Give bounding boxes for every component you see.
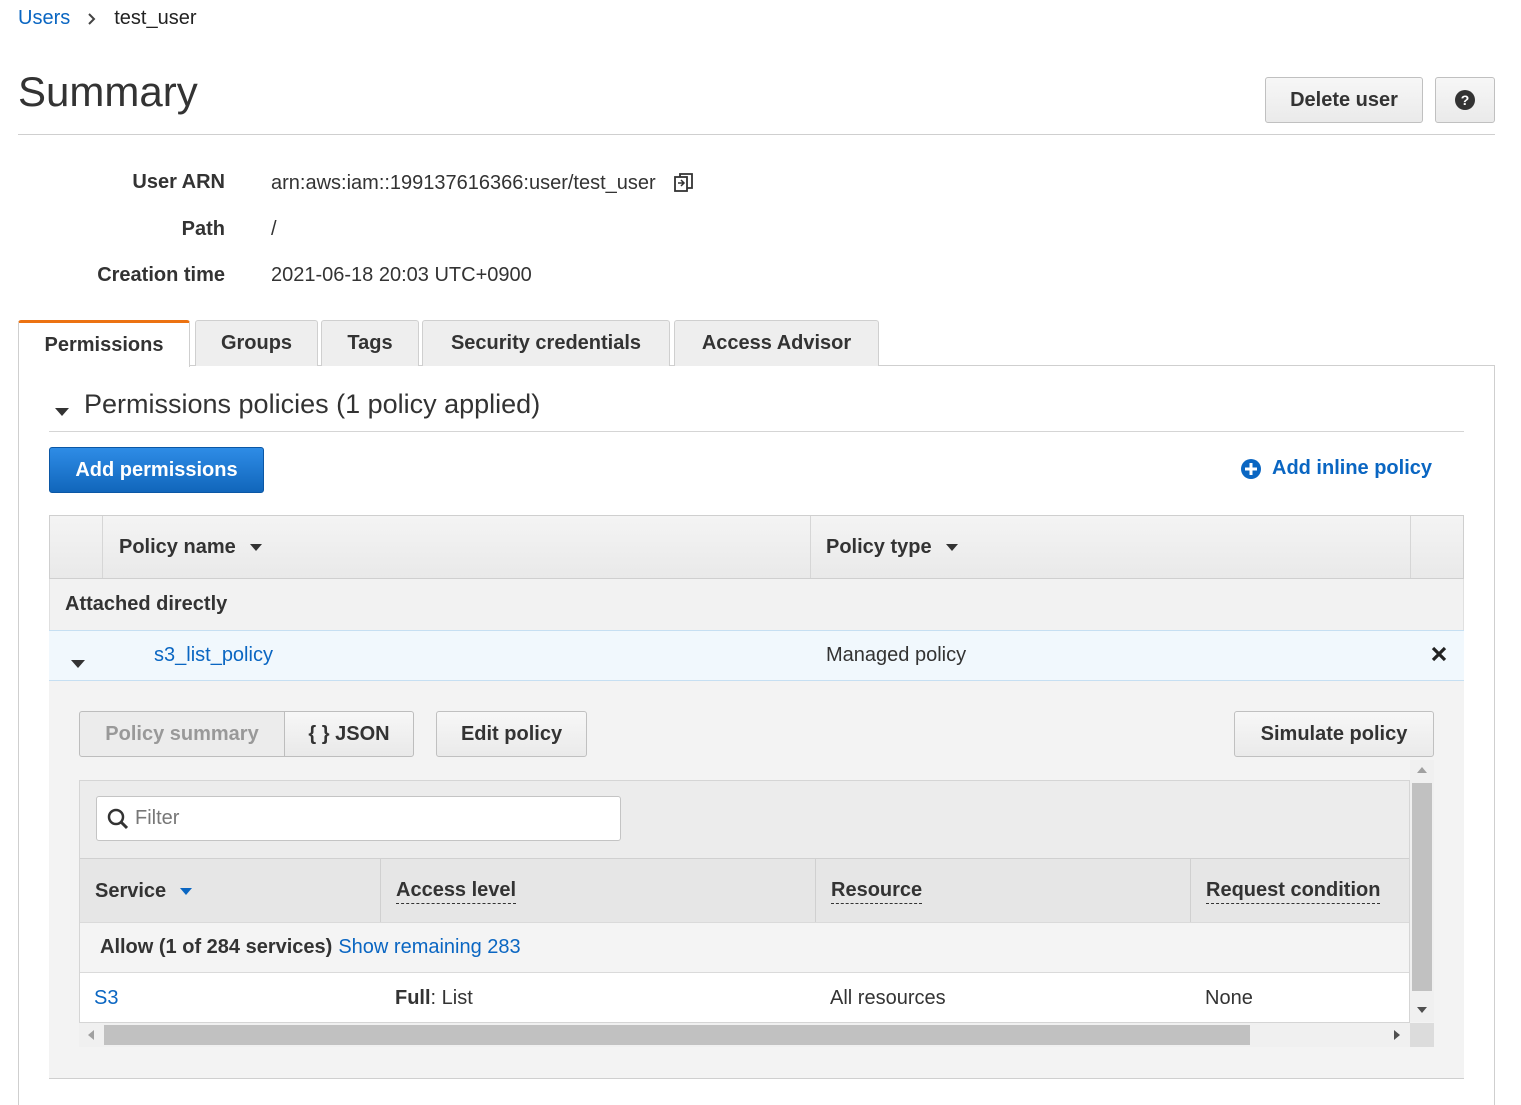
simulate-policy-button[interactable]: Simulate policy	[1234, 711, 1434, 757]
column-policy-name[interactable]: Policy name	[102, 516, 810, 578]
collapse-caret-icon[interactable]	[54, 404, 70, 422]
filter-input[interactable]: Filter	[96, 796, 621, 841]
vertical-scroll-thumb[interactable]	[1412, 783, 1432, 991]
scroll-up-arrow-icon[interactable]	[1416, 766, 1428, 774]
edit-policy-button[interactable]: Edit policy	[436, 711, 587, 757]
column-actions	[1410, 516, 1463, 578]
column-resource-label: Resource	[831, 879, 923, 904]
breadcrumb: Users test_user	[18, 7, 197, 30]
close-icon[interactable]	[1430, 645, 1448, 669]
path-label: Path	[181, 218, 225, 240]
tab-groups[interactable]: Groups	[195, 320, 318, 366]
help-icon: ?	[1455, 90, 1475, 110]
policy-row[interactable]: s3_list_policy Managed policy	[49, 630, 1464, 681]
scroll-down-arrow-icon[interactable]	[1416, 1006, 1428, 1014]
column-policy-name-label: Policy name	[119, 535, 236, 558]
column-request-condition[interactable]: Request condition	[1190, 859, 1409, 923]
delete-user-button[interactable]: Delete user	[1265, 77, 1423, 123]
column-service[interactable]: Service	[80, 859, 380, 923]
svg-text:?: ?	[1461, 92, 1470, 108]
resource-value: All resources	[830, 987, 946, 1009]
horizontal-scrollbar[interactable]	[79, 1023, 1410, 1047]
service-link-s3[interactable]: S3	[94, 987, 118, 1010]
access-level-bold: Full	[395, 987, 431, 1009]
chevron-right-icon	[86, 9, 98, 29]
access-level-rest: : List	[430, 987, 473, 1009]
filter-placeholder: Filter	[135, 807, 180, 829]
section-divider	[49, 431, 1464, 432]
path-value: /	[271, 218, 277, 240]
column-policy-type[interactable]: Policy type	[810, 516, 1410, 578]
json-tab[interactable]: { } JSON	[284, 711, 414, 757]
sort-caret-icon	[249, 543, 262, 551]
tab-tags[interactable]: Tags	[321, 320, 419, 366]
column-access-level[interactable]: Access level	[380, 859, 815, 923]
breadcrumb-users-link[interactable]: Users	[18, 7, 70, 30]
policy-name-link[interactable]: s3_list_policy	[154, 644, 273, 667]
add-inline-policy-label: Add inline policy	[1272, 457, 1433, 479]
page-title: Summary	[18, 68, 198, 115]
policy-table: Policy name Policy type	[49, 515, 1464, 579]
expand-caret-icon[interactable]	[70, 652, 86, 675]
column-request-condition-label: Request condition	[1206, 879, 1381, 904]
search-icon	[107, 808, 129, 829]
tab-access-advisor[interactable]: Access Advisor	[674, 320, 879, 366]
group-row-attached-directly: Attached directly	[49, 579, 1464, 630]
policy-summary-table: Filter Service Access level Resource Req…	[79, 780, 1410, 1023]
policy-table-header: Policy name Policy type	[49, 515, 1464, 579]
filter-bar: Filter	[80, 781, 1409, 858]
user-arn-text: arn:aws:iam::199137616366:user/test_user	[271, 171, 656, 194]
add-inline-policy-link[interactable]: Add inline policy	[1240, 457, 1432, 480]
summary-table-header: Service Access level Resource Request co…	[80, 858, 1409, 923]
horizontal-scroll-thumb[interactable]	[104, 1025, 1250, 1045]
show-remaining-link[interactable]: Show remaining 283	[338, 936, 520, 959]
sort-caret-icon	[180, 887, 193, 895]
permissions-section-title: Permissions policies (1 policy applied)	[84, 389, 541, 419]
access-level-value: Full: List	[395, 987, 473, 1010]
header-divider	[18, 134, 1495, 135]
tab-security-credentials[interactable]: Security credentials	[422, 320, 670, 366]
plus-circle-icon	[1241, 458, 1261, 479]
column-resource[interactable]: Resource	[815, 859, 1190, 923]
scrollbar-corner	[1410, 1023, 1434, 1047]
column-policy-type-label: Policy type	[826, 535, 932, 558]
policy-type-value: Managed policy	[826, 644, 967, 666]
vertical-scrollbar[interactable]	[1410, 760, 1434, 1022]
request-condition-value: None	[1205, 987, 1253, 1009]
column-service-label: Service	[95, 879, 167, 902]
sort-caret-icon	[945, 543, 958, 551]
policy-summary-tab[interactable]: Policy summary	[79, 711, 285, 757]
allow-count-text: Allow (1 of 284 services)	[100, 936, 333, 958]
column-access-level-label: Access level	[396, 879, 517, 904]
creation-time-label: Creation time	[97, 264, 225, 286]
add-permissions-button[interactable]: Add permissions	[49, 447, 264, 493]
scroll-left-arrow-icon[interactable]	[87, 1029, 95, 1041]
scroll-right-arrow-icon[interactable]	[1393, 1029, 1401, 1041]
copy-icon[interactable]	[672, 171, 696, 195]
breadcrumb-current: test_user	[114, 7, 197, 29]
help-button[interactable]: ?	[1435, 77, 1495, 123]
user-arn-value: arn:aws:iam::199137616366:user/test_user	[271, 171, 696, 195]
creation-time-value: 2021-06-18 20:03 UTC+0900	[271, 264, 532, 286]
allow-group-row: Allow (1 of 284 services) Show remaining…	[80, 922, 1409, 972]
tab-permissions[interactable]: Permissions	[18, 320, 190, 367]
table-row: S3 Full: List All resources None	[80, 972, 1409, 1022]
user-arn-label: User ARN	[132, 171, 225, 193]
